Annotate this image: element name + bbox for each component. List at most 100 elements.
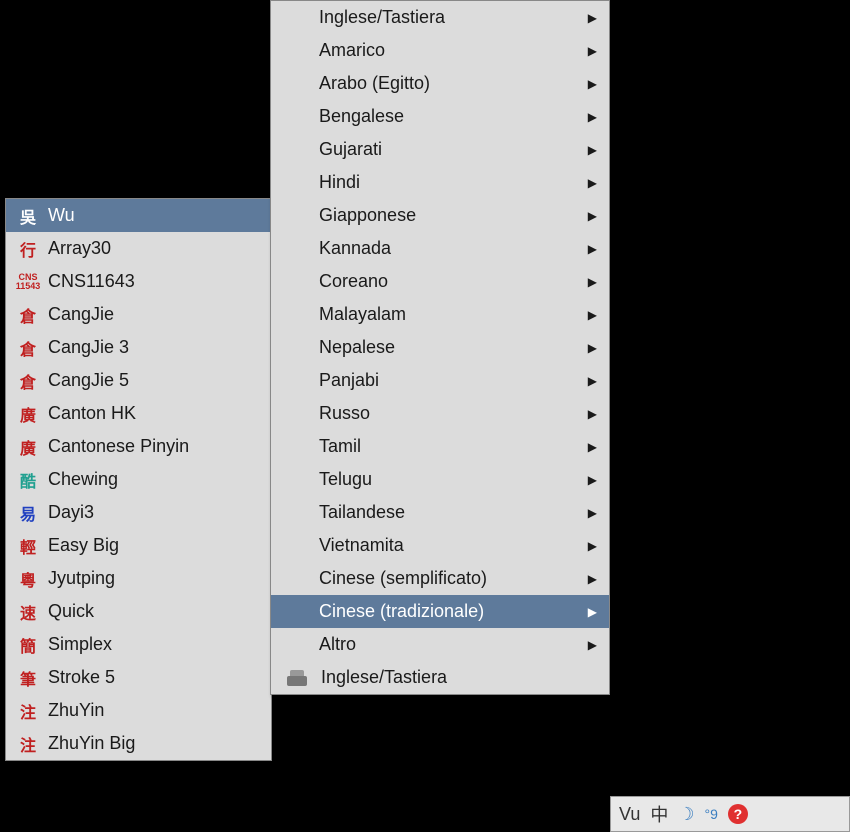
ime-icon: 倉 [14,369,42,393]
ime-item-cangjie-3[interactable]: 倉 CangJie 3 [6,331,271,364]
submenu-arrow-icon: ▶ [588,605,597,619]
ime-label: Stroke 5 [48,667,259,688]
ime-icon: 廣 [14,435,42,459]
ime-label: Simplex [48,634,259,655]
language-item-giapponese[interactable]: Giapponese ▶ [271,199,609,232]
input-method-submenu: 吳 Wu 行Array30 CNS11543 CNS11643 倉 CangJie 倉 Cang… [5,198,272,761]
language-item-gujarati[interactable]: Gujarati▶ [271,133,609,166]
ime-item-cangjie[interactable]: 倉 CangJie [6,298,271,331]
ime-label: CangJie 3 [48,337,259,358]
taskbar-moon-icon[interactable]: ☽ [678,804,694,825]
submenu-arrow-icon: ▶ [588,209,597,223]
taskbar-ime-label[interactable]: Vu [619,804,640,825]
ime-item-quick[interactable]: 速 Quick [6,595,271,628]
ime-item-wu[interactable]: 吳 Wu [6,199,271,232]
language-item-tamil[interactable]: Tamil▶ [271,430,609,463]
language-item-nepalese[interactable]: Nepalese ▶ [271,331,609,364]
ime-label: Easy Big [48,535,259,556]
language-item-amarico[interactable]: Amarico▶ [271,34,609,67]
ime-label: CNS11643 [48,271,259,292]
language-label: Telugu [319,469,568,490]
ime-label: Array30 [48,238,259,259]
language-item-inglese-tastiera[interactable]: Inglese/Tastiera [271,661,609,694]
language-item-russo[interactable]: Russo ▶ [271,397,609,430]
ime-item-canton-hk[interactable]: 廣 Canton HK [6,397,271,430]
language-label: Kannada [319,238,568,259]
ime-item-zhuyin[interactable]: 注 ZhuYin [6,694,271,727]
ime-label: Quick [48,601,259,622]
ime-item-easy-big[interactable]: 輕 Easy Big [6,529,271,562]
ime-label: CangJie 5 [48,370,259,391]
ime-label: Chewing [48,469,259,490]
submenu-arrow-icon: ▶ [588,572,597,586]
submenu-arrow-icon: ▶ [588,341,597,355]
ime-item-array30[interactable]: 行Array30 [6,232,271,265]
ime-icon: CNS11543 [14,270,42,294]
ime-icon: 注 [14,699,42,723]
ime-icon: 筆 [14,666,42,690]
language-label: Inglese/Tastiera [321,667,597,688]
language-label: Cinese (tradizionale) [319,601,568,622]
ime-icon: 倉 [14,336,42,360]
ime-item-cantonese-pinyin[interactable]: 廣 Cantonese Pinyin [6,430,271,463]
ime-icon: 廣 [14,402,42,426]
language-menu: Inglese/Tastiera▶Amarico▶Arabo (Egitto)▶… [270,0,610,695]
language-label: Russo [319,403,568,424]
language-item-telugu[interactable]: Telugu ▶ [271,463,609,496]
language-label: Cinese (semplificato) [319,568,568,589]
ime-label: ZhuYin [48,700,259,721]
language-item-cinese-semplificato-[interactable]: Cinese (semplificato) ▶ [271,562,609,595]
ime-icon: 吳 [14,204,42,228]
taskbar-help-icon[interactable]: ? [728,804,748,824]
language-item-tailandese[interactable]: Tailandese ▶ [271,496,609,529]
language-label: Tailandese [319,502,568,523]
ime-label: Cantonese Pinyin [48,436,259,457]
ime-item-jyutping[interactable]: 粵Jyutping [6,562,271,595]
ime-label: Jyutping [48,568,259,589]
ime-label: Wu [48,205,259,226]
taskbar-toggle-icon[interactable]: °9 [705,806,718,822]
submenu-arrow-icon: ▶ [588,407,597,421]
ime-icon: 輕 [14,534,42,558]
ime-item-chewing[interactable]: 酷Chewing [6,463,271,496]
submenu-arrow-icon: ▶ [588,374,597,388]
language-label: Vietnamita [319,535,568,556]
language-label: Nepalese [319,337,568,358]
ime-label: Canton HK [48,403,259,424]
ime-item-zhuyin-big[interactable]: 注 ZhuYin Big [6,727,271,760]
language-label: Giapponese [319,205,568,226]
taskbar-mode-icon[interactable]: 中 [650,801,668,827]
language-label: Bengalese [319,106,568,127]
ime-label: CangJie [48,304,259,325]
language-item-kannada[interactable]: Kannada▶ [271,232,609,265]
ime-icon: 簡 [14,633,42,657]
language-item-arabo-egitto-[interactable]: Arabo (Egitto)▶ [271,67,609,100]
language-item-panjabi[interactable]: Panjabi ▶ [271,364,609,397]
ime-taskbar: Vu 中 ☽ °9 ? [610,796,850,832]
language-label: Tamil [319,436,568,457]
language-item-vietnamita[interactable]: Vietnamita▶ [271,529,609,562]
keyboard-icon [279,666,315,690]
submenu-arrow-icon: ▶ [588,506,597,520]
language-item-altro[interactable]: Altro▶ [271,628,609,661]
language-label: Malayalam [319,304,568,325]
submenu-arrow-icon: ▶ [588,473,597,487]
language-item-inglese-tastiera[interactable]: Inglese/Tastiera▶ [271,1,609,34]
ime-icon: 倉 [14,303,42,327]
ime-item-simplex[interactable]: 簡 Simplex [6,628,271,661]
ime-item-cangjie-5[interactable]: 倉 CangJie 5 [6,364,271,397]
language-item-cinese-tradizionale-[interactable]: Cinese (tradizionale) ▶ [271,595,609,628]
language-item-coreano[interactable]: Coreano▶ [271,265,609,298]
language-item-bengalese[interactable]: Bengalese▶ [271,100,609,133]
language-item-malayalam[interactable]: Malayalam▶ [271,298,609,331]
ime-icon: 注 [14,732,42,756]
ime-icon: 速 [14,600,42,624]
ime-item-stroke-5[interactable]: 筆 Stroke 5 [6,661,271,694]
language-label: Panjabi [319,370,568,391]
ime-item-dayi3[interactable]: 易Dayi3 [6,496,271,529]
ime-label: Dayi3 [48,502,259,523]
ime-label: ZhuYin Big [48,733,259,754]
ime-item-cns11643[interactable]: CNS11543 CNS11643 [6,265,271,298]
submenu-arrow-icon: ▶ [588,77,597,91]
language-item-hindi[interactable]: Hindi▶ [271,166,609,199]
